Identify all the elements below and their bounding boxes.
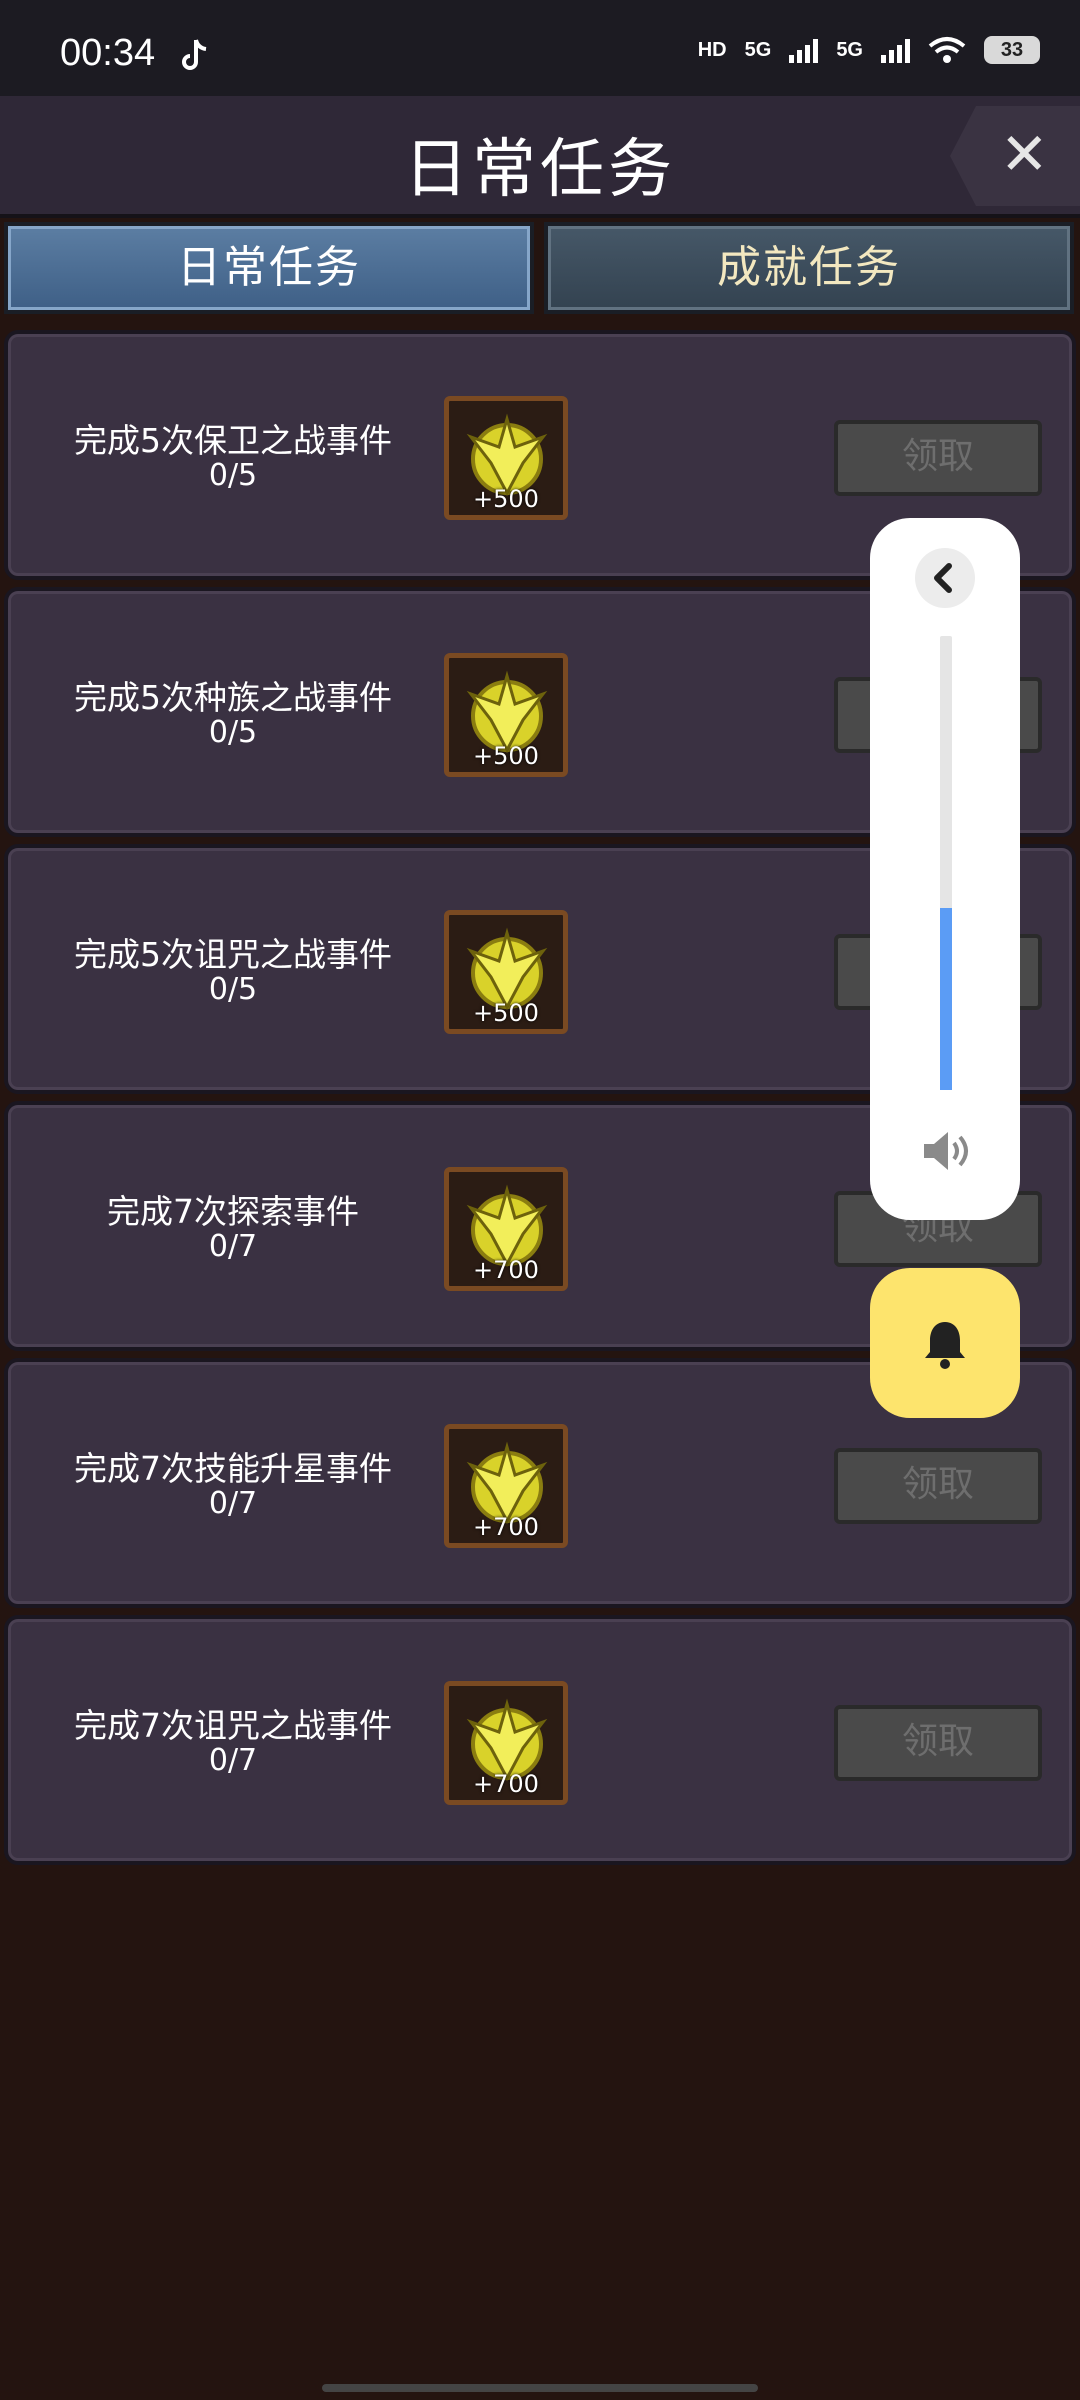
task-progress: 0/5 bbox=[208, 458, 258, 493]
reward-item: +700 bbox=[444, 1681, 568, 1805]
chevron-left-icon bbox=[934, 563, 952, 593]
network-type-2: 5G bbox=[836, 38, 863, 61]
task-progress: 0/7 bbox=[208, 1486, 258, 1521]
wifi-icon bbox=[928, 37, 966, 63]
reward-item: +700 bbox=[444, 1167, 568, 1291]
reward-amount: +700 bbox=[473, 1256, 539, 1284]
reward-amount: +700 bbox=[473, 1770, 539, 1798]
claim-button[interactable]: 领取 bbox=[834, 1705, 1042, 1781]
reward-item: +700 bbox=[444, 1424, 568, 1548]
task-progress: 0/5 bbox=[208, 715, 258, 750]
volume-collapse-button[interactable] bbox=[915, 548, 975, 608]
task-description: 完成5次种族之战事件 bbox=[74, 678, 392, 717]
signal-icon bbox=[789, 37, 819, 63]
page-title: 日常任务 bbox=[404, 133, 676, 207]
close-button[interactable]: ✕ bbox=[950, 106, 1080, 206]
hd-indicator: HD bbox=[697, 38, 727, 61]
reward-item: +500 bbox=[444, 653, 568, 777]
reward-amount: +500 bbox=[473, 742, 539, 770]
volume-level-fill bbox=[940, 908, 952, 1090]
reward-amount: +500 bbox=[473, 999, 539, 1027]
status-bar: 00:34 HD 5G 5G 33 bbox=[0, 0, 1080, 96]
task-progress: 0/7 bbox=[208, 1229, 258, 1264]
claim-button[interactable]: 领取 bbox=[834, 420, 1042, 496]
task-description: 完成5次保卫之战事件 bbox=[74, 421, 392, 460]
gesture-bar[interactable] bbox=[322, 2384, 758, 2392]
battery-indicator: 33 bbox=[984, 36, 1040, 64]
tab-achievement-tasks[interactable]: 成就任务 bbox=[544, 222, 1074, 314]
task-row: 完成7次诅咒之战事件 0/7 +700 领取 bbox=[4, 1615, 1076, 1865]
volume-panel bbox=[870, 518, 1020, 1220]
tab-daily-tasks[interactable]: 日常任务 bbox=[4, 222, 534, 314]
reward-amount: +500 bbox=[473, 485, 539, 513]
task-progress: 0/7 bbox=[208, 1743, 258, 1778]
dialog-header: 日常任务 ✕ bbox=[0, 96, 1080, 218]
speaker-icon[interactable] bbox=[920, 1128, 972, 1174]
signal-icon-2 bbox=[881, 37, 910, 63]
close-icon: ✕ bbox=[1000, 120, 1049, 188]
task-description: 完成7次探索事件 bbox=[107, 1192, 359, 1231]
task-description: 完成7次技能升星事件 bbox=[74, 1449, 392, 1488]
reward-item: +500 bbox=[444, 910, 568, 1034]
task-description: 完成7次诅咒之战事件 bbox=[74, 1706, 392, 1745]
volume-slider[interactable] bbox=[940, 636, 952, 1090]
bell-icon bbox=[925, 1322, 965, 1369]
task-progress: 0/5 bbox=[208, 972, 258, 1007]
status-time: 00:34 bbox=[60, 32, 156, 74]
task-description: 完成5次诅咒之战事件 bbox=[74, 935, 392, 974]
network-type-1: 5G bbox=[744, 38, 772, 61]
reward-item: +500 bbox=[444, 396, 568, 520]
claim-button[interactable]: 领取 bbox=[834, 1448, 1042, 1524]
ringer-mode-button[interactable] bbox=[870, 1268, 1020, 1418]
task-tabs: 日常任务 成就任务 bbox=[0, 222, 1080, 318]
tiktok-icon bbox=[182, 39, 207, 70]
reward-amount: +700 bbox=[473, 1513, 539, 1541]
